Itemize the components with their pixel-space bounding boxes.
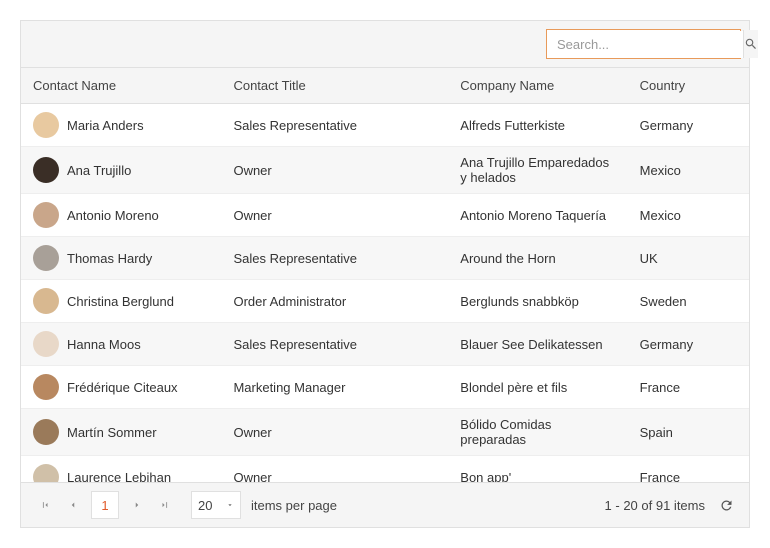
country: Mexico <box>628 147 749 194</box>
avatar <box>33 202 59 228</box>
contact-title: Owner <box>221 456 448 483</box>
country: Sweden <box>628 280 749 323</box>
search-icon <box>744 37 758 51</box>
search-button[interactable] <box>743 30 758 58</box>
table-row[interactable]: Maria Anders Sales RepresentativeAlfreds … <box>21 104 749 147</box>
search-box <box>546 29 741 59</box>
table-row[interactable]: Martín Sommer OwnerBólido Comidas prepara… <box>21 409 749 456</box>
pager-prev-button[interactable] <box>59 491 87 519</box>
avatar <box>33 331 59 357</box>
contact-name: Christina Berglund <box>67 294 174 309</box>
table-header-row: Contact Name Contact Title Company Name … <box>21 68 749 104</box>
page-size-select[interactable]: 20 <box>191 491 241 519</box>
column-header-company[interactable]: Company Name <box>448 68 627 104</box>
data-grid: Contact Name Contact Title Company Name … <box>20 20 750 528</box>
table-row[interactable]: Christina Berglund Order AdministratorBer… <box>21 280 749 323</box>
avatar <box>33 157 59 183</box>
column-header-name[interactable]: Contact Name <box>21 68 221 104</box>
column-header-country[interactable]: Country <box>628 68 749 104</box>
contact-name: Thomas Hardy <box>67 251 152 266</box>
avatar <box>33 288 59 314</box>
refresh-button[interactable] <box>713 492 739 518</box>
contact-name: Laurence Lebihan <box>67 470 171 483</box>
contact-name: Ana Trujillo <box>67 163 131 178</box>
contact-title: Sales Representative <box>221 237 448 280</box>
caret-down-icon <box>226 501 234 509</box>
avatar <box>33 374 59 400</box>
page-size-value: 20 <box>198 498 212 513</box>
country: France <box>628 366 749 409</box>
per-page-label: items per page <box>251 498 337 513</box>
company-name: Antonio Moreno Taquería <box>448 194 627 237</box>
contact-title: Owner <box>221 194 448 237</box>
avatar <box>33 112 59 138</box>
pager-last-button[interactable] <box>151 491 179 519</box>
refresh-icon <box>719 498 734 513</box>
column-header-title[interactable]: Contact Title <box>221 68 448 104</box>
contact-title: Sales Representative <box>221 104 448 147</box>
company-name: Bon app' <box>448 456 627 483</box>
company-name: Blondel père et fils <box>448 366 627 409</box>
company-name: Berglunds snabbköp <box>448 280 627 323</box>
avatar <box>33 245 59 271</box>
pager-next-button[interactable] <box>123 491 151 519</box>
pager: 1 20 items per page 1 - 20 of 91 items <box>21 482 749 527</box>
last-page-icon <box>160 500 170 510</box>
contact-title: Sales Representative <box>221 323 448 366</box>
company-name: Ana Trujillo Emparedados y helados <box>448 147 627 194</box>
table-row[interactable]: Thomas Hardy Sales RepresentativeAround t… <box>21 237 749 280</box>
company-name: Bólido Comidas preparadas <box>448 409 627 456</box>
company-name: Around the Horn <box>448 237 627 280</box>
pager-page-number[interactable]: 1 <box>91 491 119 519</box>
table-row[interactable]: Ana Trujillo OwnerAna Trujillo Emparedado… <box>21 147 749 194</box>
avatar <box>33 419 59 445</box>
contact-title: Owner <box>221 147 448 194</box>
country: Germany <box>628 104 749 147</box>
pager-info: 1 - 20 of 91 items <box>605 498 705 513</box>
contact-title: Marketing Manager <box>221 366 448 409</box>
country: France <box>628 456 749 483</box>
chevron-right-icon <box>132 500 142 510</box>
table-row[interactable]: Antonio Moreno OwnerAntonio Moreno Taquer… <box>21 194 749 237</box>
table-row[interactable]: Hanna Moos Sales RepresentativeBlauer See… <box>21 323 749 366</box>
contact-name: Frédérique Citeaux <box>67 380 178 395</box>
country: Germany <box>628 323 749 366</box>
pager-first-button[interactable] <box>31 491 59 519</box>
chevron-left-icon <box>68 500 78 510</box>
contact-name: Hanna Moos <box>67 337 141 352</box>
contact-name: Maria Anders <box>67 118 144 133</box>
contacts-table: Contact Name Contact Title Company Name … <box>21 68 749 104</box>
country: Spain <box>628 409 749 456</box>
contact-name: Martín Sommer <box>67 425 157 440</box>
grid-toolbar <box>21 21 749 68</box>
first-page-icon <box>40 500 50 510</box>
company-name: Alfreds Futterkiste <box>448 104 627 147</box>
table-row[interactable]: Laurence Lebihan OwnerBon app'France <box>21 456 749 483</box>
contact-title: Owner <box>221 409 448 456</box>
country: Mexico <box>628 194 749 237</box>
contact-name: Antonio Moreno <box>67 208 159 223</box>
search-input[interactable] <box>547 31 743 58</box>
table-row[interactable]: Frédérique Citeaux Marketing ManagerBlond… <box>21 366 749 409</box>
country: UK <box>628 237 749 280</box>
contact-title: Order Administrator <box>221 280 448 323</box>
avatar <box>33 464 59 482</box>
company-name: Blauer See Delikatessen <box>448 323 627 366</box>
